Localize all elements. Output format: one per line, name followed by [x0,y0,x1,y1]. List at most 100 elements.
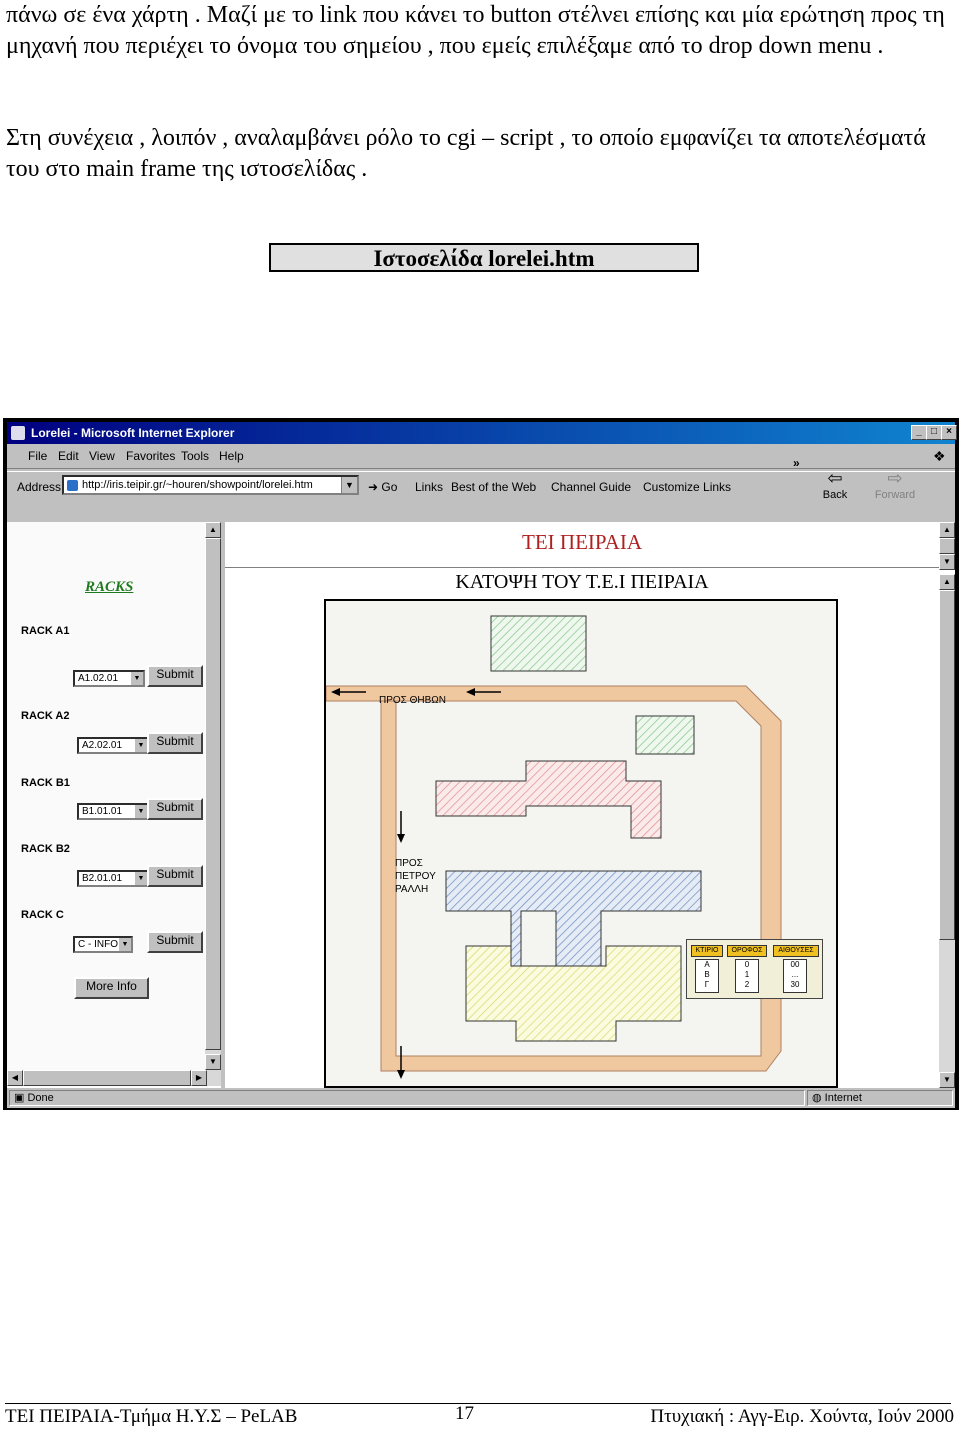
road-label-top: ΠΡΟΣ ΘΗΒΩΝ [379,695,446,706]
link-channel-guide[interactable]: Channel Guide [551,480,631,494]
left-frame-hscrollbar[interactable]: ◀ ▶ [7,1070,221,1086]
chevron-down-icon: ▼ [119,938,131,951]
rack-b2-value: B2.01.01 [82,873,123,884]
rack-a1-select[interactable]: A1.02.01 ▼ [73,670,145,687]
figure-caption: Ιστοσελίδα lorelei.htm [269,243,699,272]
scroll-down-icon[interactable]: ▼ [939,554,955,570]
go-arrow-icon: ➜ [368,480,379,494]
back-button[interactable]: ⇦ Back [807,466,863,516]
rack-a1-submit-button[interactable]: Submit [147,665,203,687]
rack-b2-label: RACK B2 [21,843,70,855]
rack-c-submit-button[interactable]: Submit [147,931,203,953]
rack-b1-select[interactable]: B1.01.01 ▼ [77,803,149,820]
racks-heading[interactable]: RACKS [85,579,133,596]
menu-favorites[interactable]: Favorites [126,449,175,463]
chevron-down-icon: ▼ [131,672,143,685]
scroll-thumb[interactable] [939,538,955,554]
status-text: ▣ Done [9,1090,805,1106]
hscroll-thumb[interactable] [23,1070,191,1086]
map-title: ΚΑΤΟΨΗ ΤΟΥ Τ.Ε.Ι ΠΕΙΡΑΙΑ [455,571,709,593]
building-red [435,760,662,839]
scroll-down-icon[interactable]: ▼ [205,1054,221,1070]
rack-a2-value: A2.02.01 [82,740,123,751]
legend-room-dots: ... [791,970,799,979]
address-bar[interactable]: http://iris.teipir.gr/~houren/showpoint/… [62,475,359,495]
menu-edit[interactable]: Edit [58,449,79,463]
back-label: Back [822,489,848,501]
status-done: Done [27,1092,54,1104]
left-frame-scrollbar[interactable]: ▲ ▼ [205,522,221,1070]
window-title: Lorelei - Microsoft Internet Explorer [31,426,235,440]
more-info-button[interactable]: More Info [74,977,149,999]
scroll-up-icon[interactable]: ▲ [939,574,955,590]
minimize-button[interactable]: _ [911,425,927,440]
rack-a2-select[interactable]: A2.02.01 ▼ [77,737,149,754]
main-frame: ΤΕΙ ΠΕΙΡΑΙΑ ΚΑΤΟΨΗ ΤΟΥ Τ.Ε.Ι ΠΕΙΡΑΙΑ ΠΡΟ… [225,522,955,1088]
building-top [490,615,587,672]
legend-building-b: Β [704,970,710,979]
footer-left: ΤΕΙ ΠΕΙΡΑΙΑ-Τμήμα Η.Υ.Σ – PeLAB [5,1406,298,1427]
legend-header-building: ΚΤΙΡΙΟ [691,945,723,957]
footer-right: Πτυχιακή : Αγγ-Ειρ. Χούντα, Ιούν 2000 [650,1406,954,1427]
browser-screenshot: Lorelei - Microsoft Internet Explorer _ … [3,418,959,1110]
rack-c-value: C - INFO [78,939,118,950]
rack-c-label: RACK C [21,909,64,921]
toolbar-chevron[interactable]: » [793,456,800,470]
address-dropdown-icon[interactable]: ▼ [341,477,357,493]
address-value: http://iris.teipir.gr/~houren/showpoint/… [82,479,313,491]
rack-c-select[interactable]: C - INFO ▼ [73,936,133,953]
footer-rule [5,1403,951,1404]
page-icon [67,480,78,491]
chevron-down-icon: ▼ [135,739,147,752]
chevron-down-icon: ▼ [135,872,147,885]
back-arrow-icon: ⇦ [827,468,843,488]
menu-file[interactable]: File [28,449,47,463]
menu-help[interactable]: Help [219,449,244,463]
ie-logo-icon [11,426,25,440]
go-label: Go [381,480,398,494]
title-bar: Lorelei - Microsoft Internet Explorer _ … [7,422,957,444]
menu-view[interactable]: View [89,449,115,463]
scroll-left-icon[interactable]: ◀ [7,1070,23,1086]
maximize-button[interactable]: □ [926,425,942,440]
rack-b1-label: RACK B1 [21,777,70,789]
status-bar: ▣ Done ◍ Internet [7,1088,955,1108]
scroll-right-icon[interactable]: ▶ [191,1070,207,1086]
main-title: ΤΕΙ ΠΕΙΡΑΙΑ [522,530,642,554]
rack-b1-value: B1.01.01 [82,806,123,817]
main-frame-scrollbar[interactable]: ▲ ▼ [939,574,955,1088]
rack-b2-select[interactable]: B2.01.01 ▼ [77,870,149,887]
scroll-up-icon[interactable]: ▲ [939,522,955,538]
menu-tools[interactable]: Tools [181,449,209,463]
left-frame: RACKS RACK A1 A1.02.01 ▼ Submit RACK A2 A… [7,522,205,1086]
browser-chrome: File Edit View Favorites Tools Help Addr… [7,444,955,522]
header-frame-scrollbar[interactable]: ▲ ▼ [939,522,955,570]
scroll-thumb[interactable] [205,538,221,1050]
link-customize-links[interactable]: Customize Links [643,480,731,494]
rack-a1-value: A1.02.01 [78,673,119,684]
campus-map-drawing [326,615,782,1079]
link-best-of-web[interactable]: Best of the Web [451,480,536,494]
scroll-thumb[interactable] [939,590,955,940]
forward-label: Forward [874,489,916,501]
forward-arrow-icon: ⇨ [887,468,903,488]
paragraph-2: Στη συνέχεια , λοιπόν , αναλαμβάνει ρόλο… [6,125,926,182]
status-ie-icon: ▣ [14,1092,25,1104]
rack-a2-label: RACK A2 [21,710,70,722]
arrow-down-icon [397,1070,405,1079]
forward-button[interactable]: ⇨ Forward [867,466,923,516]
rack-b1-submit-button[interactable]: Submit [147,798,203,820]
go-button[interactable]: ➜ Go [368,480,397,494]
legend-room-30: 30 [790,980,800,989]
campus-map: ΠΡΟΣ ΘΗΒΩΝ ΠΡΟΣ ΠΕΤΡΟΥ ΡΑΛΛΗ ΚΤΙΡΙΟ ΟΡΟΦ… [324,599,838,1088]
status-zone: ◍ Internet [807,1090,953,1106]
scroll-down-icon[interactable]: ▼ [939,1072,955,1088]
rack-b2-submit-button[interactable]: Submit [147,865,203,887]
close-button[interactable]: × [941,425,957,440]
rack-a2-submit-button[interactable]: Submit [147,732,203,754]
legend-floors: 0 1 2 [735,959,759,993]
scroll-up-icon[interactable]: ▲ [205,522,221,538]
map-legend: ΚΤΙΡΙΟ ΟΡΟΦΟΣ ΑΙΘΟΥΣΕΣ Α Β Γ 0 1 2 00 ..… [686,939,823,999]
address-label: Address [17,480,62,494]
building-green [635,715,695,755]
